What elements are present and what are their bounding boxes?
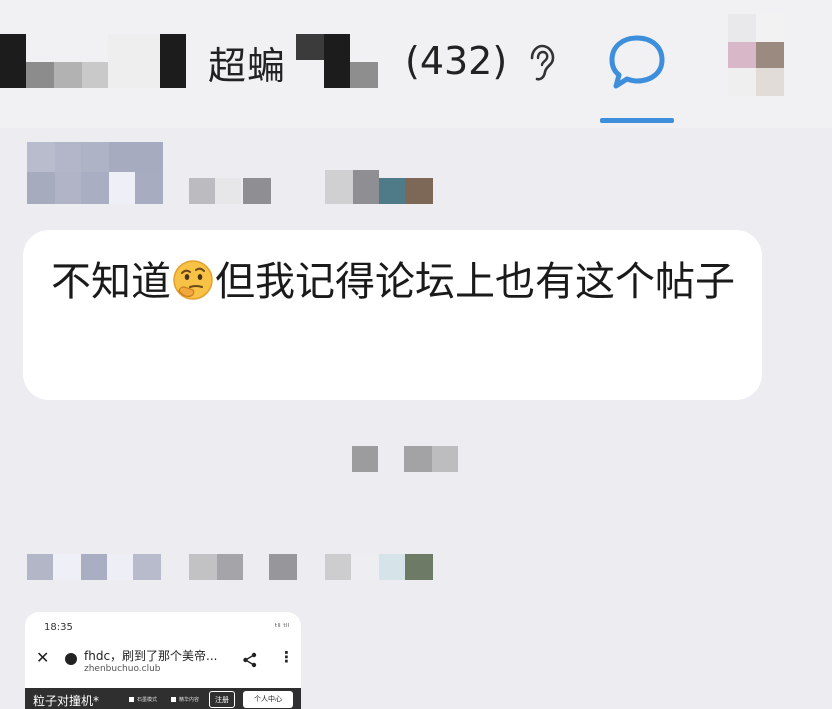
message-text-part1: 不知道 — [51, 259, 171, 305]
thumb-more-icon: ⋮ — [279, 648, 294, 666]
thumb-signal-icon: ᵗˡˡ ᵗˡˡ — [274, 623, 289, 633]
thumb-site-icon — [65, 653, 77, 665]
sender-name-redacted — [27, 142, 433, 204]
group-title[interactable]: 超蝙 — [208, 38, 286, 94]
chat-bubble-icon[interactable] — [608, 34, 666, 90]
sender-name-redacted-2 — [27, 554, 433, 580]
member-count: (432) — [405, 39, 508, 83]
thumb-site-navbar: 粒子对撞机* 石墨模式 精华内容 注册 个人中心 — [25, 688, 301, 709]
group-name: 超蝙 — [208, 44, 287, 88]
thumb-domain: zhenbuchuo.club — [84, 664, 161, 674]
redacted-title-prefix — [0, 34, 186, 88]
shared-image-message[interactable]: 18:35 ᵗˡˡ ᵗˡˡ ✕ fhdc，刷到了那个美帝... zhenbuch… — [25, 612, 301, 709]
thumb-page-title: fhdc，刷到了那个美帝... — [84, 649, 218, 663]
thumb-share-icon — [243, 652, 257, 668]
timestamp-redacted — [352, 446, 458, 472]
thumb-close-icon: ✕ — [36, 648, 50, 667]
thumb-user-center-button: 个人中心 — [243, 691, 293, 708]
ear-icon[interactable] — [526, 44, 556, 82]
thumb-site-name: 粒子对撞机* — [33, 694, 100, 708]
avatar[interactable] — [728, 14, 784, 96]
message-text-part2: 但我记得论坛上也有这个帖子 — [215, 259, 735, 305]
active-tab-indicator — [600, 118, 674, 123]
message-text: 不知道 但我记得论坛上也有这个帖子 — [51, 254, 741, 310]
thumb-nav-item: 石墨模式 — [129, 696, 157, 703]
chat-header: 超蝙 (432) — [0, 0, 832, 128]
thinking-face-emoji-icon — [173, 260, 213, 300]
thumb-nav-item: 精华内容 — [171, 696, 199, 703]
thumb-status-time: 18:35 — [44, 622, 73, 633]
message-bubble[interactable]: 不知道 但我记得论坛上也有这个帖子 — [23, 230, 762, 400]
thumb-register-button: 注册 — [209, 691, 235, 708]
redacted-title-suffix — [296, 34, 378, 88]
